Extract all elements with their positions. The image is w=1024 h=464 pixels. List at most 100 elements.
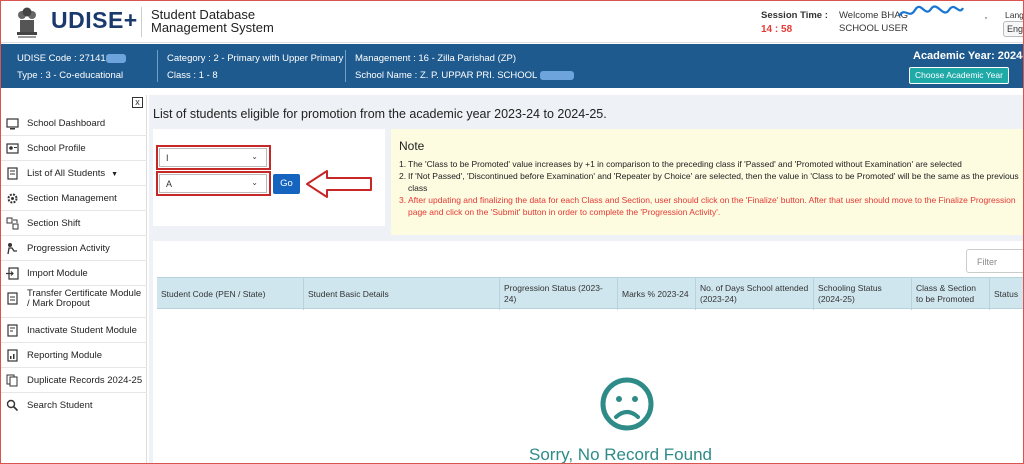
class-section-filter: I ⌄ A ⌄ Go — [153, 129, 385, 226]
note-list: 1. The 'Class to be Promoted' value incre… — [399, 158, 1023, 218]
sidebar-item-label: Search Student — [27, 400, 93, 411]
welcome-text: Welcome BHAG , — [839, 5, 988, 21]
language-label: Langu — [1005, 10, 1024, 20]
language-select[interactable]: Eng — [1003, 21, 1023, 37]
sidebar-item-label: Reporting Module — [27, 350, 102, 361]
note-number: 2. — [399, 171, 407, 181]
sidebar-item-label: List of All Students ▼ — [27, 169, 118, 180]
sad-face-icon — [600, 377, 654, 431]
sidebar-item-progression-activity[interactable]: Progression Activity — [1, 236, 147, 261]
note-title: Note — [399, 139, 425, 153]
sidebar-close-icon[interactable]: x — [132, 97, 143, 108]
search-icon — [6, 399, 19, 412]
info-separator — [157, 50, 158, 82]
sidebar-item-section-shift[interactable]: Section Shift — [1, 211, 147, 236]
session-time-value: 14 : 58 — [761, 24, 793, 35]
sidebar-item-school-profile[interactable]: School Profile — [1, 136, 147, 161]
school-info-bar: UDISE Code : 27141 Type : 3 - Co-educati… — [1, 44, 1023, 88]
note-text: page and click on the 'Submit' button in… — [408, 207, 721, 217]
column-header[interactable]: Status — [989, 278, 1023, 310]
top-header: UDISE+ Student Database Management Syste… — [1, 1, 1024, 43]
sidebar-item-import-module[interactable]: Import Module — [1, 261, 147, 286]
system-title: Student Database Management System — [151, 7, 274, 35]
sidebar-item-inactivate-student[interactable]: Inactivate Student Module — [1, 318, 147, 343]
profile-icon — [6, 143, 19, 154]
sidebar-item-label: Duplicate Records 2024-25 — [27, 375, 143, 386]
welcome-tail: , — [984, 10, 988, 21]
note-item: class — [399, 182, 1023, 194]
sidebar-item-label: Inactivate Student Module — [27, 325, 137, 336]
empty-state-message: Sorry, No Record Found — [529, 445, 712, 464]
pointer-arrow-icon — [306, 170, 372, 198]
sidebar-item-label: Transfer Certificate Module / Mark Dropo… — [27, 288, 142, 309]
sidebar-item-list-of-all-students[interactable]: List of All Students ▼ — [1, 161, 147, 186]
school-class-range: Class : 1 - 8 — [167, 70, 218, 81]
note-item: page and click on the 'Submit' button in… — [399, 206, 1023, 218]
logo-divider — [141, 7, 142, 37]
page-title: List of students eligible for promotion … — [153, 107, 607, 121]
sidebar-item-label: School Profile — [27, 143, 86, 154]
note-text: class — [408, 183, 428, 193]
column-header[interactable]: Progression Status (2023-24) — [499, 278, 617, 310]
note-item: 3. After updating and finalizing the data… — [399, 194, 1023, 206]
sidebar-item-school-dashboard[interactable]: School Dashboard — [1, 111, 147, 136]
table-header: Student Code (PEN / State) Student Basic… — [157, 277, 1023, 310]
note-text: The 'Class to be Promoted' value increas… — [408, 159, 962, 169]
filter-input[interactable]: Filter — [966, 249, 1023, 273]
dashboard-icon — [6, 118, 19, 130]
user-type: SCHOOL USER — [839, 23, 908, 34]
udise-code: UDISE Code : 27141 — [17, 53, 126, 64]
main-content: List of students eligible for promotion … — [149, 95, 1023, 464]
inactivate-icon — [7, 324, 18, 337]
sidebar: x School Dashboard School Profile List o… — [1, 95, 147, 463]
info-separator — [345, 50, 346, 82]
session-time-label: Session Time : — [761, 10, 828, 21]
app-window: UDISE+ Student Database Management Syste… — [0, 0, 1024, 464]
column-header[interactable]: Class & Section to be Promoted — [911, 278, 989, 310]
duplicate-icon — [6, 374, 18, 387]
school-name-text: School Name : Z. P. UPPAR PRI. SCHOOL — [355, 70, 537, 81]
sidebar-item-label: Import Module — [27, 268, 88, 279]
progression-icon — [7, 243, 17, 255]
sidebar-item-label: Progression Activity — [27, 243, 110, 254]
note-text: After updating and finalizing the data f… — [408, 195, 1016, 205]
note-item: 2. If 'Not Passed', 'Discontinued before … — [399, 170, 1023, 182]
redacted-school-name — [539, 70, 574, 80]
udise-code-text: UDISE Code : 27141 — [17, 53, 106, 64]
school-name: School Name : Z. P. UPPAR PRI. SCHOOL — [355, 70, 574, 81]
sidebar-item-label: School Dashboard — [27, 118, 106, 129]
column-header[interactable]: Marks % 2023-24 — [617, 278, 695, 310]
report-icon — [7, 349, 18, 362]
udise-logo: UDISE+ — [51, 7, 138, 33]
highlight-box — [156, 145, 271, 170]
list-icon — [7, 167, 18, 180]
column-header[interactable]: Student Basic Details — [303, 278, 499, 310]
sidebar-item-reporting-module[interactable]: Reporting Module — [1, 343, 147, 368]
go-button[interactable]: Go — [273, 174, 300, 194]
choose-academic-year-button[interactable]: Choose Academic Year — [909, 67, 1009, 84]
highlight-box — [156, 171, 271, 196]
academic-year: Academic Year: 2024-25 — [913, 50, 1023, 62]
shift-icon — [6, 217, 19, 230]
sidebar-item-section-management[interactable]: Section Management — [1, 186, 147, 211]
column-header[interactable]: Schooling Status (2024-25) — [813, 278, 911, 310]
redacted-code — [105, 53, 126, 63]
gear-icon — [7, 193, 18, 204]
school-category: Category : 2 - Primary with Upper Primar… — [167, 53, 344, 64]
column-header[interactable]: Student Code (PEN / State) — [157, 278, 303, 310]
transfer-icon — [7, 292, 18, 305]
sidebar-item-label: Section Management — [27, 193, 117, 204]
note-item: 1. The 'Class to be Promoted' value incre… — [399, 158, 1023, 170]
national-emblem-icon — [17, 7, 37, 38]
students-table-panel: Filter Student Code (PEN / State) Studen… — [153, 241, 1023, 464]
import-icon — [6, 267, 19, 280]
sidebar-item-label: Section Shift — [27, 218, 81, 229]
sidebar-item-duplicate-records[interactable]: Duplicate Records 2024-25 — [1, 368, 147, 393]
sidebar-item-label-text: List of All Students — [27, 168, 106, 179]
school-management: Management : 16 - Zilla Parishad (ZP) — [355, 53, 517, 64]
note-text: If 'Not Passed', 'Discontinued before Ex… — [408, 171, 1019, 181]
sidebar-item-search-student[interactable]: Search Student — [1, 393, 147, 418]
note-number: 1. — [399, 159, 407, 169]
sidebar-item-transfer-certificate[interactable]: Transfer Certificate Module / Mark Dropo… — [1, 286, 147, 318]
column-header[interactable]: No. of Days School attended (2023-24) — [695, 278, 813, 310]
